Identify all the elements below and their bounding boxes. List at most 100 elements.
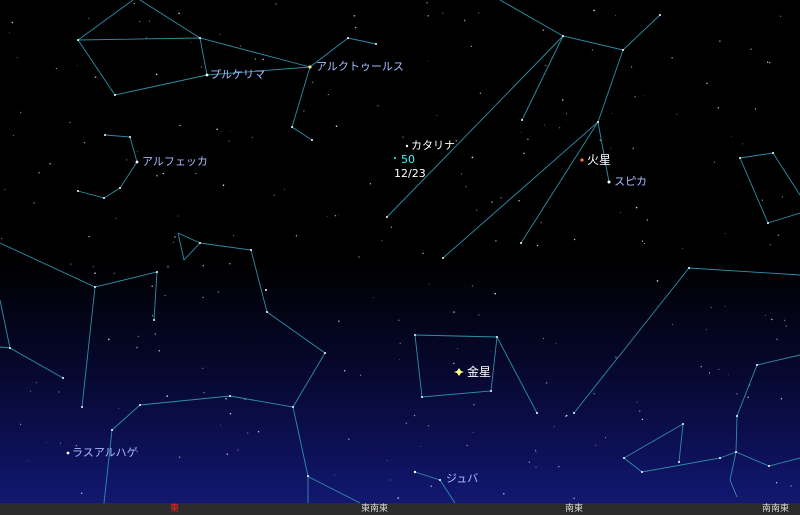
background-star	[137, 335, 139, 337]
background-star	[708, 372, 711, 374]
background-star	[405, 422, 408, 424]
background-star	[543, 338, 545, 340]
background-star	[202, 367, 204, 369]
background-star	[528, 461, 530, 463]
background-star	[520, 131, 522, 133]
background-star	[558, 465, 560, 468]
background-star	[420, 445, 421, 447]
background-star	[273, 194, 275, 196]
background-star	[457, 348, 459, 349]
background-star	[428, 283, 430, 285]
background-star	[476, 209, 478, 211]
background-star	[334, 474, 336, 476]
background-star	[113, 272, 115, 274]
background-star	[229, 412, 232, 415]
background-star	[610, 148, 612, 150]
background-star	[453, 311, 455, 313]
background-star	[717, 106, 720, 109]
background-star	[604, 437, 607, 439]
background-star	[413, 414, 416, 417]
background-star	[20, 111, 22, 113]
background-star	[741, 143, 743, 145]
direction-south-southeast: 南南東	[762, 504, 790, 514]
background-star	[4, 188, 6, 191]
background-star	[466, 444, 468, 446]
background-star	[327, 94, 329, 96]
background-star	[94, 272, 96, 275]
constellation-lines	[0, 0, 800, 503]
background-star	[671, 56, 673, 59]
background-star	[426, 1, 428, 4]
background-star	[784, 319, 786, 321]
background-star	[535, 466, 537, 468]
background-star	[422, 252, 424, 255]
background-star	[174, 236, 176, 238]
background-star	[354, 26, 357, 29]
comet-track-point	[394, 157, 396, 159]
background-star	[769, 244, 771, 246]
background-star	[195, 172, 197, 175]
background-star	[769, 61, 771, 64]
background-star	[229, 263, 231, 265]
background-star	[237, 449, 239, 451]
background-star	[226, 453, 228, 455]
background-star	[790, 485, 793, 487]
background-star	[58, 391, 60, 393]
background-star	[228, 140, 230, 142]
background-star	[455, 139, 458, 142]
background-star	[591, 49, 594, 51]
background-star	[203, 391, 205, 394]
background-star	[46, 441, 48, 443]
background-star	[643, 242, 646, 245]
background-star	[216, 128, 218, 131]
background-star	[754, 108, 757, 110]
label-catalina-date: 12/23	[394, 167, 426, 180]
background-star	[780, 398, 783, 400]
background-star	[630, 66, 633, 68]
background-star	[20, 423, 22, 425]
star-pulcherrima	[205, 73, 209, 77]
background-star	[747, 396, 749, 399]
background-star	[518, 199, 520, 202]
background-star	[775, 482, 778, 484]
background-star	[632, 147, 634, 150]
background-star	[780, 15, 782, 17]
background-star	[164, 294, 166, 297]
background-star	[16, 57, 18, 59]
background-star	[257, 430, 260, 433]
background-star	[534, 449, 536, 451]
background-star	[11, 21, 14, 24]
background-star	[107, 338, 110, 341]
background-star	[479, 92, 482, 94]
background-star	[713, 161, 715, 163]
background-star	[442, 12, 444, 14]
background-star	[430, 485, 432, 487]
background-star	[565, 414, 568, 417]
background-star	[155, 73, 158, 76]
background-star	[465, 186, 467, 188]
background-star	[399, 342, 401, 344]
background-star	[373, 297, 375, 299]
background-star	[126, 159, 128, 161]
background-star	[719, 40, 721, 42]
background-star	[545, 64, 547, 67]
background-star	[338, 214, 339, 216]
background-star	[358, 256, 360, 258]
background-star	[377, 105, 379, 107]
background-star	[334, 214, 337, 217]
background-star	[137, 151, 139, 153]
background-star	[615, 14, 616, 16]
background-star	[247, 432, 249, 434]
background-star	[33, 202, 35, 204]
background-star	[781, 196, 783, 198]
background-star	[491, 201, 493, 203]
background-star	[251, 136, 253, 138]
background-star	[136, 346, 138, 349]
direction-east: 東	[170, 504, 180, 514]
background-star	[523, 152, 525, 154]
star-alphecca	[135, 160, 139, 164]
background-star	[573, 238, 576, 241]
background-star	[593, 392, 595, 395]
label-juba: ジュバ	[446, 472, 479, 485]
mars-marker	[580, 158, 584, 162]
